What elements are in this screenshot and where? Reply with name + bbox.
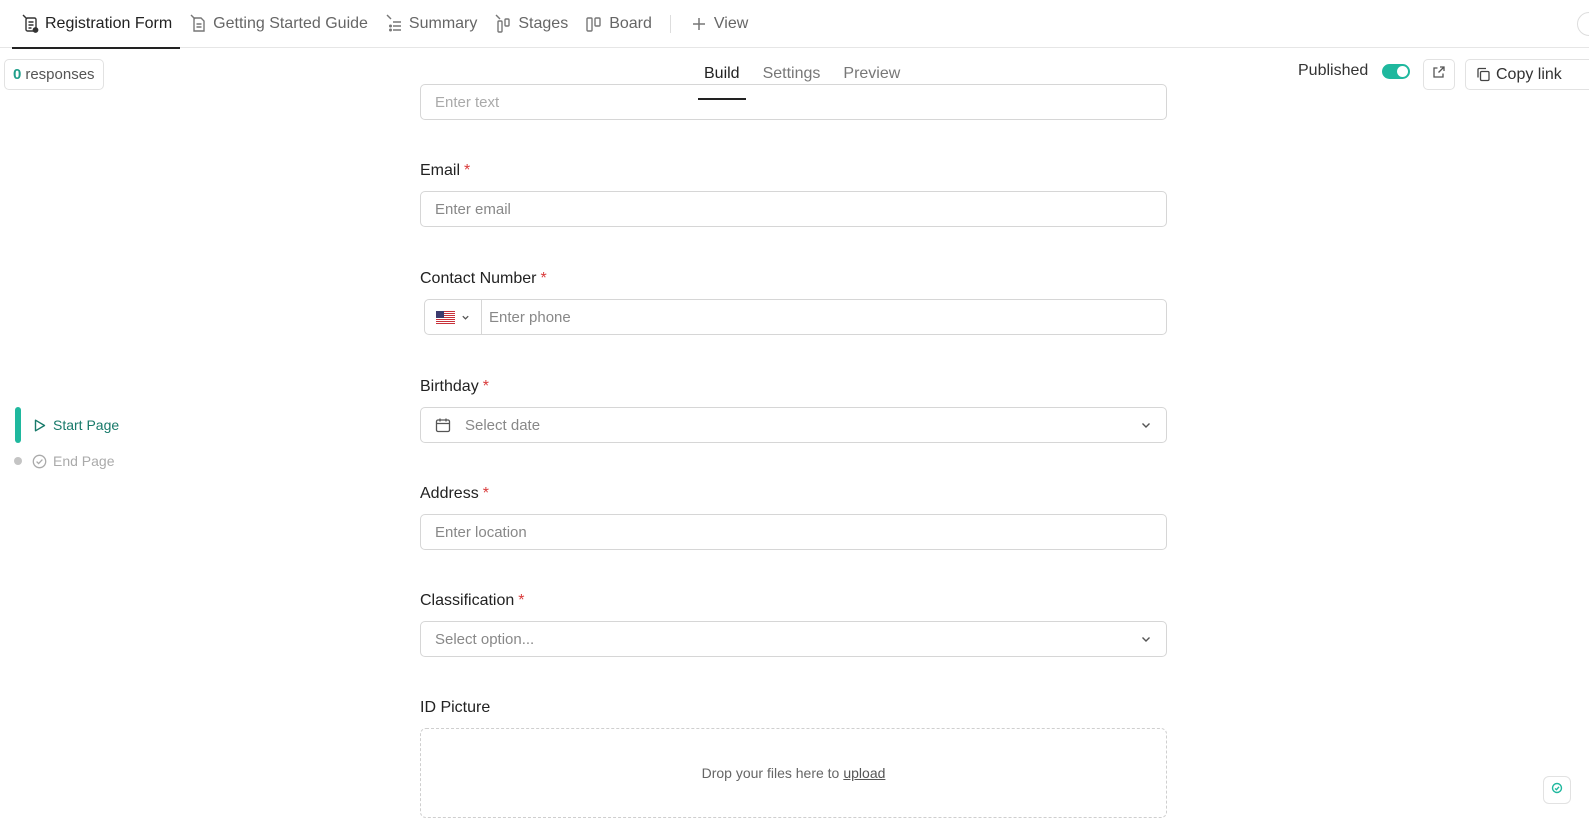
tab-build[interactable]: Build [698, 48, 746, 100]
address-label: Address * [420, 483, 1167, 505]
chevron-down-icon [1140, 633, 1152, 645]
tab-summary[interactable]: Summary [376, 0, 485, 48]
tab-label: Board [609, 14, 652, 32]
page-label: End Page [53, 453, 115, 469]
list-pin-icon [384, 14, 404, 34]
page-item-start[interactable]: Start Page [14, 407, 119, 443]
published-toggle[interactable] [1382, 63, 1411, 79]
page-dot [14, 457, 22, 465]
play-icon [32, 418, 47, 433]
field-label: Birthday [420, 378, 479, 395]
mode-label: Preview [843, 65, 901, 82]
page-navigator: Start Page End Page [14, 407, 119, 479]
phone-input[interactable]: Enter phone [482, 300, 1166, 334]
contact-number-label: Contact Number * [420, 268, 1167, 290]
page-label: Start Page [53, 417, 120, 433]
tab-divider [669, 14, 671, 33]
user-avatar[interactable] [1577, 12, 1589, 36]
chevron-down-icon [1140, 419, 1152, 431]
required-marker: * [518, 592, 525, 609]
chevron-down-icon [461, 313, 470, 322]
required-marker: * [464, 162, 471, 179]
field-label: Contact Number [420, 270, 537, 287]
copy-link-label: Copy link [1496, 65, 1562, 83]
view-tab-bar: Registration Form Getting Started Guide … [0, 0, 1589, 49]
responses-count: 0 [13, 66, 22, 83]
tab-settings[interactable]: Settings [757, 48, 827, 100]
tab-label: Summary [408, 14, 478, 32]
classification-placeholder: Select option... [435, 630, 535, 648]
email-field-group: Email * Enter email [420, 160, 1167, 227]
check-circle-icon [32, 454, 47, 469]
field-label: Email [420, 162, 461, 179]
add-view-button[interactable]: View [681, 0, 756, 48]
page-item-end[interactable]: End Page [14, 443, 119, 479]
country-code-select[interactable] [425, 300, 482, 334]
dropzone-text: Drop your files here to [701, 765, 840, 781]
mode-tabs: Build Settings Preview [698, 48, 917, 100]
phone-placeholder: Enter phone [489, 308, 571, 326]
form-pin-icon [20, 14, 40, 34]
tab-getting-started-guide[interactable]: Getting Started Guide [180, 0, 376, 48]
required-marker: * [540, 270, 547, 287]
add-view-label: View [713, 14, 749, 32]
classification-label: Classification * [420, 590, 1167, 612]
external-link-icon [1432, 65, 1446, 84]
id-picture-field-group: ID Picture Drop your files here to uploa… [420, 697, 1167, 818]
stages-pin-icon [493, 14, 513, 34]
document-pin-icon [188, 14, 208, 34]
help-icon [1551, 781, 1563, 799]
address-input[interactable]: Enter location [420, 514, 1167, 550]
classification-select[interactable]: Select option... [420, 621, 1167, 657]
birthday-field-group: Birthday * Select date [420, 376, 1167, 443]
board-icon [584, 14, 604, 34]
published-control: Published [1298, 62, 1411, 80]
field-label: Address [420, 485, 479, 502]
copy-icon [1477, 67, 1490, 82]
us-flag-icon [436, 310, 455, 324]
field-label: ID Picture [420, 699, 491, 716]
mode-label: Build [704, 65, 740, 82]
file-dropzone[interactable]: Drop your files here to upload [420, 728, 1167, 818]
email-placeholder: Enter email [435, 200, 511, 218]
tab-label: Stages [518, 14, 569, 32]
copy-link-button[interactable]: Copy link [1465, 59, 1589, 90]
open-external-button[interactable] [1423, 59, 1455, 90]
field-label: Classification [420, 592, 515, 609]
calendar-icon [435, 417, 451, 433]
birthday-label: Birthday * [420, 376, 1167, 398]
email-input[interactable]: Enter email [420, 191, 1167, 227]
address-field-group: Address * Enter location [420, 483, 1167, 550]
active-page-indicator [14, 407, 22, 443]
help-widget-button[interactable] [1543, 776, 1571, 804]
classification-field-group: Classification * Select option... [420, 590, 1167, 657]
id-picture-label: ID Picture [420, 697, 1167, 719]
email-label: Email * [420, 160, 1167, 182]
contact-number-field-group: Contact Number * Enter phone [420, 268, 1167, 335]
required-marker: * [482, 485, 489, 502]
responses-label: responses [25, 66, 95, 83]
tab-registration-form[interactable]: Registration Form [12, 0, 181, 49]
plus-icon [689, 14, 709, 34]
tab-preview[interactable]: Preview [837, 48, 906, 100]
tab-stages[interactable]: Stages [485, 0, 576, 48]
address-placeholder: Enter location [435, 523, 527, 541]
mode-label: Settings [762, 65, 821, 82]
tab-label: Registration Form [45, 14, 173, 32]
responses-button[interactable]: 0 responses [4, 59, 104, 90]
tab-board[interactable]: Board [576, 0, 660, 48]
birthday-placeholder: Select date [465, 416, 541, 434]
published-label: Published [1298, 62, 1369, 79]
required-marker: * [482, 378, 489, 395]
phone-input-group: Enter phone [424, 299, 1167, 335]
birthday-date-picker[interactable]: Select date [420, 407, 1167, 443]
builder-toolbar: 0 responses Build Settings Preview Publi… [0, 48, 1589, 100]
upload-link[interactable]: upload [843, 765, 885, 781]
tab-label: Getting Started Guide [213, 14, 368, 32]
